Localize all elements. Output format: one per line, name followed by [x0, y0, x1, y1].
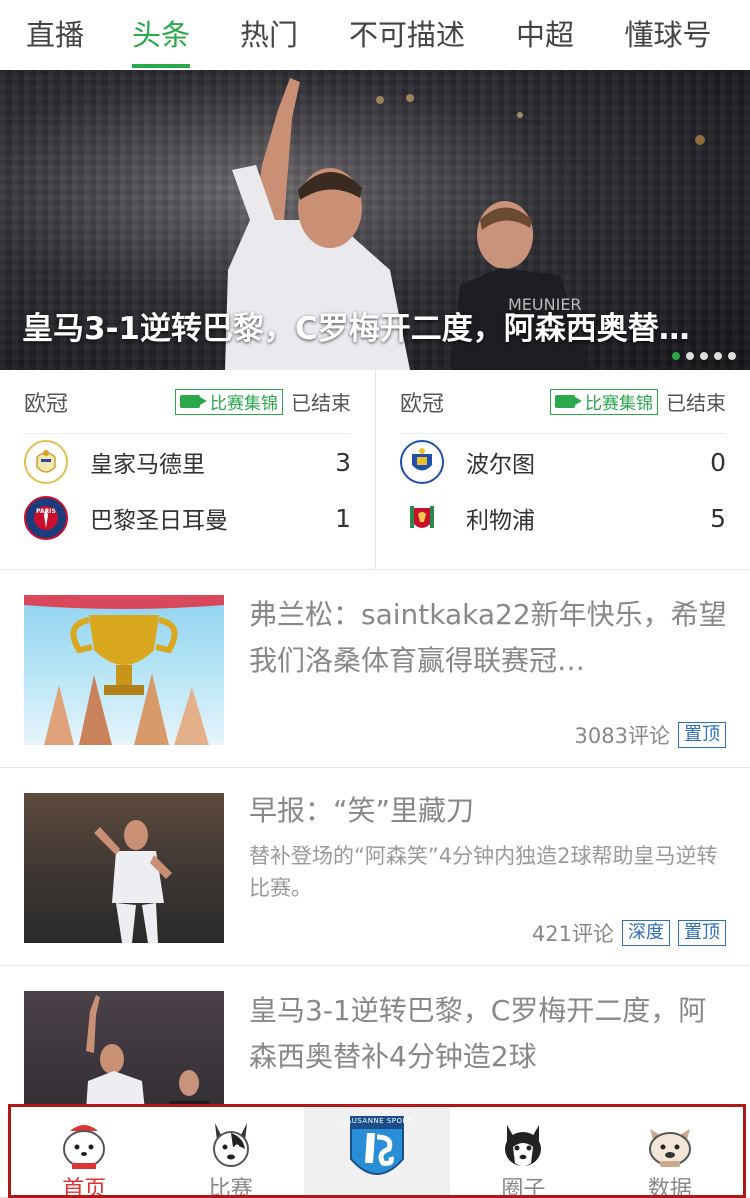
nav-data[interactable]: 数据: [597, 1107, 743, 1195]
match-card[interactable]: 欧冠 比赛集锦 已结束 皇家马德里 3 PARIS 巴黎圣日耳曼 1: [0, 370, 375, 569]
team-row: 波尔图 0: [400, 434, 726, 490]
news-thumbnail-trophy: [24, 595, 224, 745]
hero-title: 皇马3-1逆转巴黎，C罗梅开二度，阿森西奥替…: [22, 311, 690, 347]
highlights-label: 比赛集锦: [210, 394, 278, 414]
team-name: 皇家马德里: [90, 452, 205, 478]
nav-club[interactable]: LAUSANNE SPORT: [303, 1107, 451, 1195]
team-score: 0: [710, 447, 726, 477]
nav-matches[interactable]: 比赛: [157, 1107, 303, 1195]
hero-banner[interactable]: MEUNIER 皇马3-1逆转巴黎，C罗梅开二度，阿森西奥替…: [0, 70, 750, 370]
news-summary: 替补登场的“阿森笑”4分钟内独造2球帮助皇马逆转比赛。: [249, 844, 718, 900]
husky-dog-icon: [505, 1125, 542, 1166]
match-header: 欧冠 比赛集锦 已结束: [400, 370, 726, 434]
nav-data-label: 数据: [647, 1177, 692, 1195]
news-title: 早报：“笑”里藏刀: [249, 794, 475, 827]
carousel-dot[interactable]: [728, 352, 736, 360]
highlights-button[interactable]: 比赛集锦: [175, 388, 283, 415]
match-header: 欧冠 比赛集锦 已结束: [24, 370, 351, 434]
news-meta: 3083评论 置顶: [575, 720, 726, 750]
match-status: 已结束: [291, 391, 351, 415]
bottom-nav: 首页 比赛 LAUSANNE SPORT 圈子 数据: [8, 1104, 746, 1198]
top-tab-bar: 直播 头条 热门 不可描述 中超 懂球号: [0, 0, 750, 70]
comment-count: 421评论: [531, 922, 614, 946]
bulldog-icon: [648, 1129, 691, 1167]
samoyed-dog-icon: [63, 1125, 106, 1169]
tab-csl[interactable]: 中超: [516, 0, 574, 70]
match-status: 已结束: [666, 391, 726, 415]
team-row: PARIS 巴黎圣日耳曼 1: [24, 490, 351, 546]
match-scores: 欧冠 比赛集锦 已结束 皇家马德里 3 PARIS 巴黎圣日耳曼 1 欧冠 比赛…: [0, 370, 750, 570]
highlights-button[interactable]: 比赛集锦: [550, 388, 658, 415]
svg-text:PARIS: PARIS: [36, 508, 56, 515]
tab-hot[interactable]: 热门: [240, 0, 298, 70]
carousel-dot[interactable]: [714, 352, 722, 360]
nav-home-label: 首页: [62, 1177, 107, 1195]
carousel-dots: [672, 352, 736, 360]
news-thumbnail-player: [24, 793, 224, 943]
porto-badge-icon: [400, 440, 444, 484]
team-name: 波尔图: [466, 452, 535, 478]
team-score: 5: [710, 503, 726, 533]
carousel-dot[interactable]: [672, 352, 680, 360]
news-title: 皇马3-1逆转巴黎，C罗梅开二度，阿森西奥替补4分钟造2球: [249, 994, 707, 1073]
news-item[interactable]: 弗兰松：saintkaka22新年快乐，希望我们洛桑体育赢得联赛冠… 3083评…: [0, 570, 750, 768]
league-label: 欧冠: [400, 391, 445, 417]
team-score: 1: [335, 503, 351, 533]
tab-live[interactable]: 直播: [26, 0, 84, 70]
tag-pinned: 置顶: [678, 722, 726, 748]
bull-terrier-dog-icon: [212, 1123, 249, 1167]
news-meta: 421评论 深度 置顶: [532, 918, 726, 948]
team-score: 3: [335, 447, 351, 477]
league-label: 欧冠: [24, 391, 69, 417]
video-camera-icon: [180, 395, 207, 408]
news-title: 弗兰松：saintkaka22新年快乐，希望我们洛桑体育赢得联赛冠…: [249, 598, 727, 677]
nav-circle[interactable]: 圈子: [450, 1107, 596, 1195]
team-name: 利物浦: [466, 508, 535, 534]
carousel-dot[interactable]: [700, 352, 708, 360]
nav-matches-label: 比赛: [208, 1177, 253, 1195]
nav-home[interactable]: 首页: [11, 1107, 157, 1195]
team-row: 皇家马德里 3: [24, 434, 351, 490]
tab-headlines[interactable]: 头条: [132, 0, 190, 70]
news-item[interactable]: 早报：“笑”里藏刀 替补登场的“阿森笑”4分钟内独造2球帮助皇马逆转比赛。 42…: [0, 768, 750, 966]
liverpool-badge-icon: [400, 496, 444, 540]
team-name: 巴黎圣日耳曼: [90, 508, 228, 534]
nav-circle-label: 圈子: [501, 1177, 546, 1195]
tab-dongqiuhao[interactable]: 懂球号: [624, 0, 712, 70]
tag-pinned: 置顶: [678, 920, 726, 946]
tab-indescribable[interactable]: 不可描述: [348, 0, 466, 70]
comment-count: 3083评论: [574, 724, 670, 748]
video-camera-icon: [555, 395, 582, 408]
match-card[interactable]: 欧冠 比赛集锦 已结束 波尔图 0 利物浦 5: [375, 370, 750, 569]
lausanne-sport-logo-icon: [350, 1116, 405, 1175]
real-madrid-badge-icon: [24, 440, 68, 484]
carousel-dot[interactable]: [686, 352, 694, 360]
highlights-label: 比赛集锦: [585, 394, 653, 414]
tag-in-depth: 深度: [622, 920, 670, 946]
team-row: 利物浦 5: [400, 490, 726, 546]
lausanne-logo-text: LAUSANNE SPORT: [341, 1117, 413, 1125]
psg-badge-icon: PARIS: [24, 496, 68, 540]
